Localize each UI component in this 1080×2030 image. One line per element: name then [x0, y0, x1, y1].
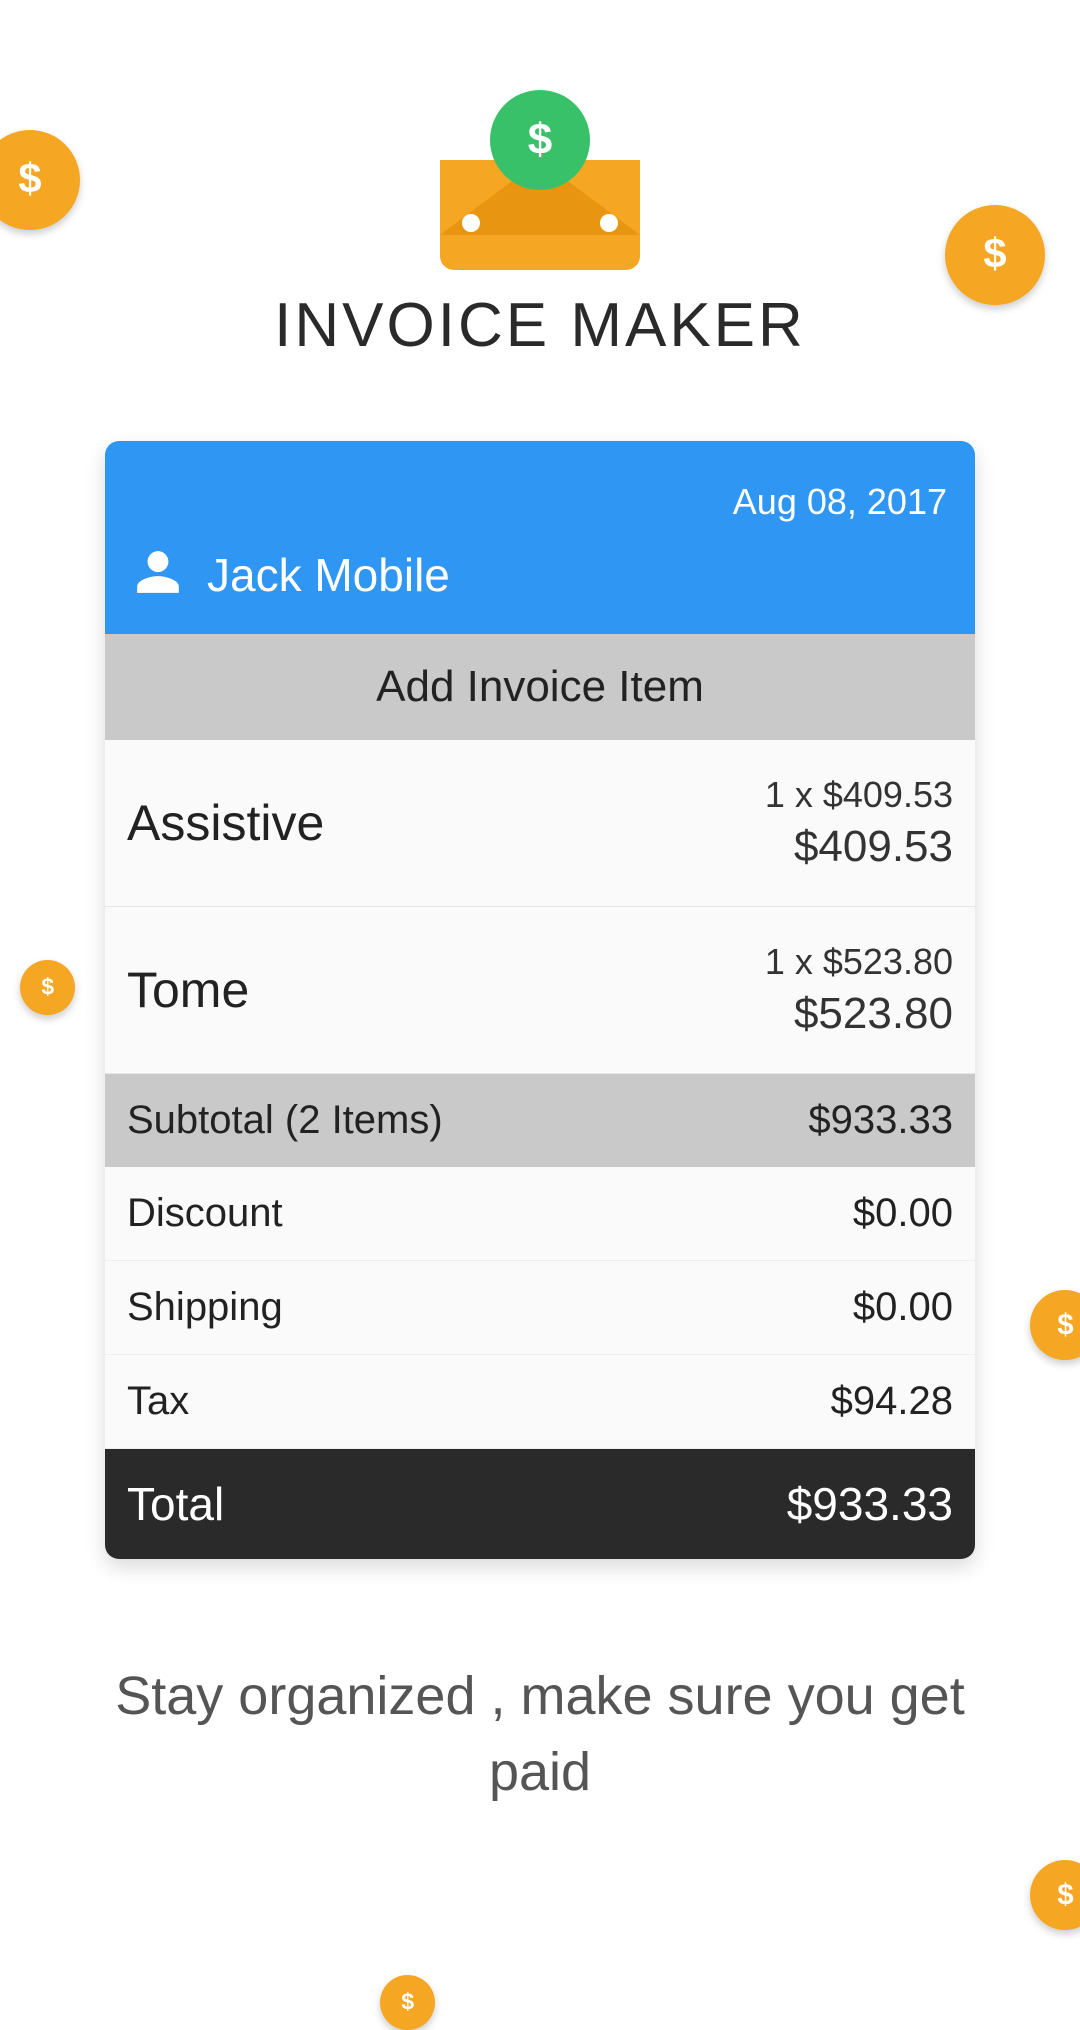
app-title: INVOICE MAKER — [0, 290, 1080, 361]
svg-text:$: $ — [528, 116, 552, 164]
shipping-row[interactable]: Shipping $0.00 — [105, 1261, 975, 1355]
svg-text:$: $ — [18, 155, 41, 202]
item-name: Tome — [127, 961, 249, 1019]
tax-row[interactable]: Tax $94.28 — [105, 1355, 975, 1449]
item-line-total: $523.80 — [765, 989, 953, 1039]
dollar-coin-icon: $ — [490, 90, 590, 190]
invoice-card: Aug 08, 2017 Jack Mobile Add Invoice Ite… — [105, 441, 975, 1559]
add-invoice-item-button[interactable]: Add Invoice Item — [105, 634, 975, 740]
svg-text:$: $ — [41, 974, 54, 1000]
svg-text:$: $ — [1057, 1309, 1073, 1341]
item-name: Assistive — [127, 794, 324, 852]
discount-label: Discount — [127, 1191, 283, 1236]
invoice-item-row[interactable]: Assistive 1 x $409.53 $409.53 — [105, 740, 975, 907]
invoice-item-row[interactable]: Tome 1 x $523.80 $523.80 — [105, 907, 975, 1074]
discount-value: $0.00 — [853, 1191, 953, 1236]
total-label: Total — [127, 1477, 224, 1531]
app-logo: $ — [440, 90, 640, 270]
total-row: Total $933.33 — [105, 1449, 975, 1559]
person-icon — [133, 547, 183, 602]
subtotal-row: Subtotal (2 Items) $933.33 — [105, 1074, 975, 1167]
subtotal-label: Subtotal (2 Items) — [127, 1098, 443, 1143]
tax-value: $94.28 — [831, 1379, 953, 1424]
coin-icon: $ — [0, 130, 80, 230]
item-qty-price: 1 x $523.80 — [765, 941, 953, 983]
shipping-label: Shipping — [127, 1285, 283, 1330]
invoice-header[interactable]: Aug 08, 2017 Jack Mobile — [105, 441, 975, 634]
svg-text:$: $ — [401, 1989, 414, 2015]
svg-text:$: $ — [1057, 1879, 1073, 1911]
coin-icon: $ — [380, 1975, 435, 2030]
invoice-date: Aug 08, 2017 — [133, 481, 947, 523]
svg-text:$: $ — [983, 230, 1006, 277]
subtotal-value: $933.33 — [808, 1098, 953, 1143]
coin-icon: $ — [1030, 1290, 1080, 1360]
tagline: Stay organized , make sure you get paid — [0, 1659, 1080, 1810]
shipping-value: $0.00 — [853, 1285, 953, 1330]
total-value: $933.33 — [787, 1477, 953, 1531]
customer-name: Jack Mobile — [207, 548, 450, 602]
coin-icon: $ — [945, 205, 1045, 305]
coin-icon: $ — [20, 960, 75, 1015]
discount-row[interactable]: Discount $0.00 — [105, 1167, 975, 1261]
item-line-total: $409.53 — [765, 822, 953, 872]
tax-label: Tax — [127, 1379, 189, 1424]
item-qty-price: 1 x $409.53 — [765, 774, 953, 816]
